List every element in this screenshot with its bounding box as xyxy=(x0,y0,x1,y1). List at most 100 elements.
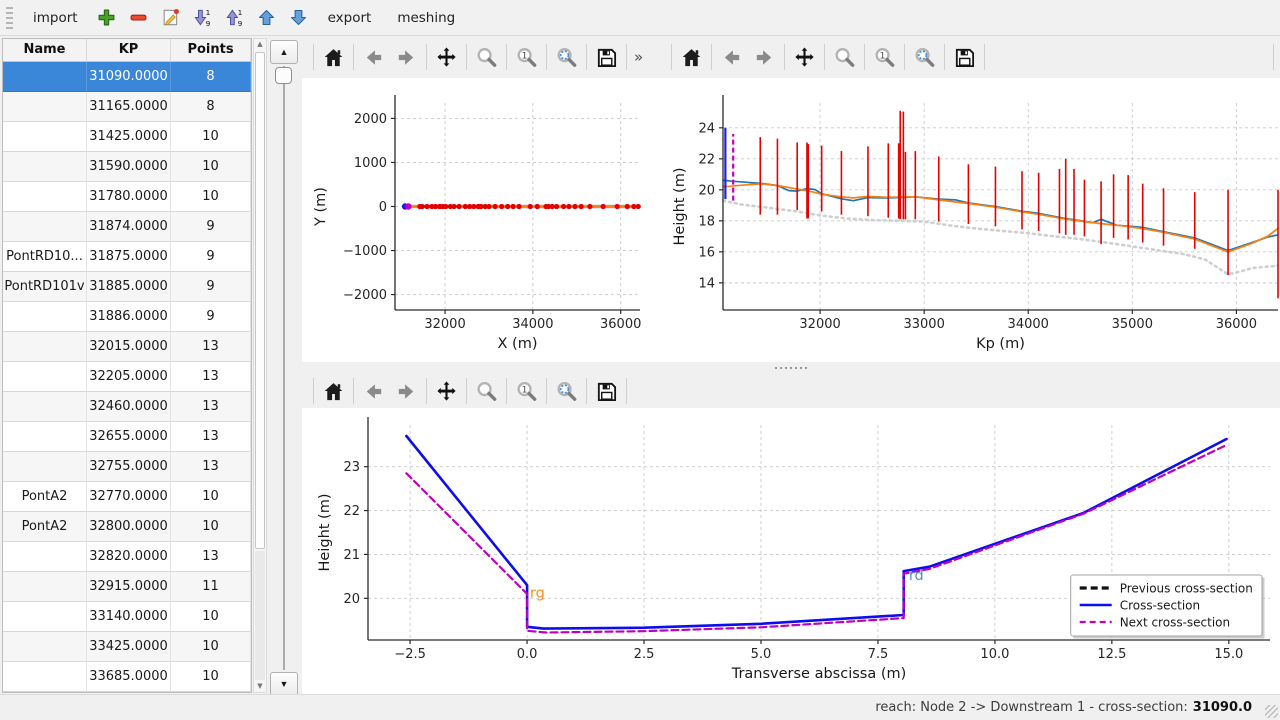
cell-kp[interactable]: 31590.0000 xyxy=(87,152,171,182)
cell-name[interactable] xyxy=(3,632,87,662)
move-down-button[interactable] xyxy=(284,3,314,33)
cell-kp[interactable]: 31886.0000 xyxy=(87,302,171,332)
home-button[interactable] xyxy=(676,42,707,73)
table-row[interactable]: 33140.000010 xyxy=(3,602,251,632)
cell-name[interactable] xyxy=(3,602,87,632)
cell-kp[interactable]: 31885.0000 xyxy=(87,272,171,302)
table-row[interactable]: 32205.000013 xyxy=(3,362,251,392)
cell-points[interactable]: 9 xyxy=(171,302,251,332)
back-button[interactable] xyxy=(358,376,389,407)
cell-name[interactable]: PontA2 xyxy=(3,482,87,512)
table-row[interactable]: 31780.000010 xyxy=(3,182,251,212)
table-row[interactable]: 32015.000013 xyxy=(3,332,251,362)
panel-scroll-down-button[interactable]: ▼ xyxy=(270,672,298,696)
table-scrollbar-trough[interactable] xyxy=(255,551,265,680)
cell-kp[interactable]: 31875.0000 xyxy=(87,242,171,272)
cell-name[interactable] xyxy=(3,62,87,92)
zoom-button[interactable] xyxy=(471,42,502,73)
sort-ascending-button[interactable]: 19 xyxy=(220,3,250,33)
cell-name[interactable] xyxy=(3,92,87,122)
panel-scrollbar-handle[interactable] xyxy=(275,67,292,84)
longitudinal-profile-chart[interactable]: 3200033000340003500036000141618202224Kp … xyxy=(662,78,1280,362)
cell-points[interactable]: 10 xyxy=(171,152,251,182)
cell-name[interactable] xyxy=(3,182,87,212)
cell-kp[interactable]: 33425.0000 xyxy=(87,632,171,662)
cell-name[interactable]: PontRD10... xyxy=(3,242,87,272)
zoom-one-button[interactable]: 1 xyxy=(511,376,542,407)
cell-name[interactable]: PontRD101v xyxy=(3,272,87,302)
cell-name[interactable] xyxy=(3,122,87,152)
cell-points[interactable]: 13 xyxy=(171,362,251,392)
cell-kp[interactable]: 31090.0000 xyxy=(87,62,171,92)
cell-kp[interactable]: 32820.0000 xyxy=(87,542,171,572)
zoom-one-button[interactable]: 1 xyxy=(511,42,542,73)
export-button[interactable]: export xyxy=(317,6,383,30)
table-row[interactable]: 31886.00009 xyxy=(3,302,251,332)
table-row[interactable]: PontRD10...31875.00009 xyxy=(3,242,251,272)
table-row[interactable]: PontA232770.000010 xyxy=(3,482,251,512)
resize-grip-icon[interactable] xyxy=(1265,705,1278,718)
cell-points[interactable]: 13 xyxy=(171,452,251,482)
zoom-button[interactable] xyxy=(829,42,860,73)
cell-kp[interactable]: 31165.0000 xyxy=(87,92,171,122)
add-cross-section-button[interactable] xyxy=(92,3,122,33)
zoom-region-button[interactable] xyxy=(909,42,940,73)
cell-name[interactable] xyxy=(3,152,87,182)
cell-name[interactable] xyxy=(3,662,87,692)
cell-points[interactable]: 8 xyxy=(171,62,251,92)
import-button[interactable]: import xyxy=(22,6,89,30)
cell-name[interactable] xyxy=(3,212,87,242)
table-row[interactable]: 32755.000013 xyxy=(3,452,251,482)
cell-points[interactable]: 11 xyxy=(171,572,251,602)
cell-kp[interactable]: 32205.0000 xyxy=(87,362,171,392)
table-row[interactable]: 31165.00008 xyxy=(3,92,251,122)
table-row[interactable]: 31874.00009 xyxy=(3,212,251,242)
table-scrollbar-handle[interactable] xyxy=(255,52,265,549)
cell-points[interactable]: 13 xyxy=(171,332,251,362)
meshing-button[interactable]: meshing xyxy=(386,6,466,30)
table-row[interactable]: 31425.000010 xyxy=(3,122,251,152)
move-up-button[interactable] xyxy=(252,3,282,33)
cell-name[interactable] xyxy=(3,422,87,452)
table-row[interactable]: PontA232800.000010 xyxy=(3,512,251,542)
table-row[interactable]: 31090.00008 xyxy=(3,62,251,92)
home-button[interactable] xyxy=(318,376,349,407)
cell-points[interactable]: 13 xyxy=(171,392,251,422)
cell-name[interactable] xyxy=(3,332,87,362)
table-scroll-up-icon[interactable]: ▲ xyxy=(254,39,266,50)
cell-kp[interactable]: 32755.0000 xyxy=(87,452,171,482)
cell-kp[interactable]: 31780.0000 xyxy=(87,182,171,212)
forward-button[interactable] xyxy=(749,42,780,73)
column-header-points[interactable]: Points xyxy=(171,39,251,61)
cell-kp[interactable]: 32915.0000 xyxy=(87,572,171,602)
pan-button[interactable] xyxy=(431,376,462,407)
table-row[interactable]: 32655.000013 xyxy=(3,422,251,452)
cell-kp[interactable]: 32800.0000 xyxy=(87,512,171,542)
table-row[interactable]: PontRD101v31885.00009 xyxy=(3,272,251,302)
cell-points[interactable]: 9 xyxy=(171,242,251,272)
toolbar-drag-handle[interactable] xyxy=(6,7,13,29)
pan-button[interactable] xyxy=(789,42,820,73)
cell-points[interactable]: 13 xyxy=(171,422,251,452)
cell-kp[interactable]: 31425.0000 xyxy=(87,122,171,152)
plan-view-chart[interactable]: 320003400036000−2000−1000010002000X (m)Y… xyxy=(302,78,658,362)
pan-button[interactable] xyxy=(431,42,462,73)
cell-kp[interactable]: 32015.0000 xyxy=(87,332,171,362)
forward-button[interactable] xyxy=(391,42,422,73)
cell-kp[interactable]: 32770.0000 xyxy=(87,482,171,512)
table-row[interactable]: 32820.000013 xyxy=(3,542,251,572)
cell-points[interactable]: 10 xyxy=(171,122,251,152)
zoom-one-button[interactable]: 1 xyxy=(869,42,900,73)
cell-points[interactable]: 9 xyxy=(171,272,251,302)
cell-points[interactable]: 8 xyxy=(171,92,251,122)
cell-name[interactable] xyxy=(3,392,87,422)
forward-button[interactable] xyxy=(391,376,422,407)
cell-name[interactable] xyxy=(3,572,87,602)
panel-scrollbar-track[interactable] xyxy=(283,66,285,670)
cell-name[interactable] xyxy=(3,302,87,332)
cell-points[interactable]: 10 xyxy=(171,512,251,542)
remove-cross-section-button[interactable] xyxy=(124,3,154,33)
column-header-kp[interactable]: KP xyxy=(87,39,171,61)
cell-points[interactable]: 10 xyxy=(171,632,251,662)
back-button[interactable] xyxy=(358,42,389,73)
